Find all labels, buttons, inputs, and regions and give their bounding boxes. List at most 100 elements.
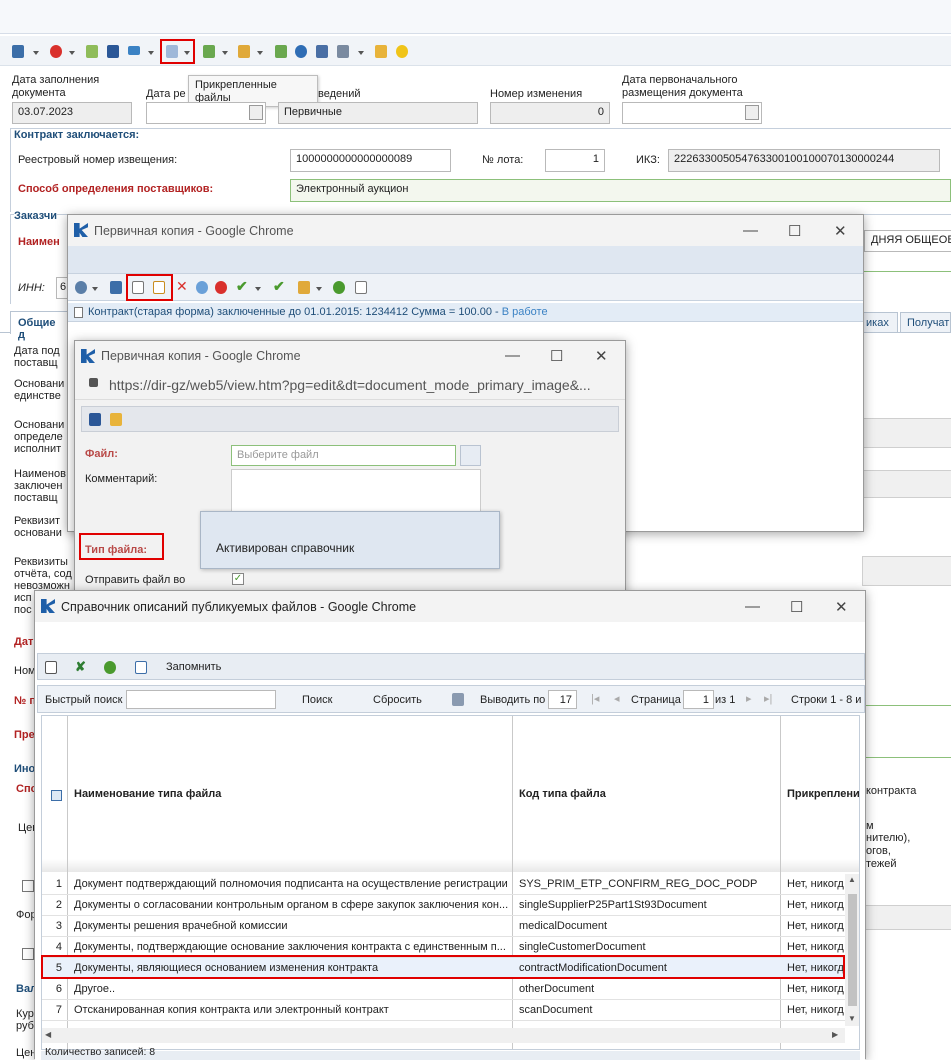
row-attach: Нет, никогд xyxy=(787,878,844,890)
calendar-icon[interactable] xyxy=(249,105,263,120)
edit-icon[interactable] xyxy=(45,661,57,674)
refresh-blue-icon[interactable] xyxy=(196,281,208,294)
check-icon[interactable]: ✔ xyxy=(236,278,248,295)
tab-right1[interactable]: иках xyxy=(862,312,898,333)
horizontal-scrollbar[interactable]: ◀ ▶ xyxy=(42,1028,845,1043)
method-field[interactable]: Электронный аукцион xyxy=(290,179,951,202)
table-row[interactable]: 3 Документы решения врачебной комиссии med… xyxy=(42,916,859,937)
scroll-left-icon[interactable]: ◀ xyxy=(45,1030,51,1039)
left-checkbox-2[interactable] xyxy=(22,948,34,960)
table-row[interactable]: 7 Отсканированная копия контракта или эле… xyxy=(42,1000,859,1021)
grid-select-icon[interactable] xyxy=(51,790,62,801)
table-row[interactable]: 6 Другое.. otherDocument Нет, никогд xyxy=(42,979,859,1000)
help-icon[interactable] xyxy=(396,45,408,58)
inn-label: ИНН: xyxy=(18,282,45,294)
workflow-icon[interactable] xyxy=(12,45,24,58)
last-page-icon[interactable]: ▸| xyxy=(764,692,772,705)
book-icon[interactable] xyxy=(375,45,387,58)
save-icon[interactable] xyxy=(107,45,119,58)
remember-button[interactable]: Запомнить xyxy=(166,661,221,673)
search-button[interactable]: Поиск xyxy=(302,694,332,706)
url-bar[interactable]: https://dir-gz/web5/view.htm?pg=edit&dt=… xyxy=(75,370,625,400)
school-field[interactable]: ДНЯЯ ОБЩЕОБР xyxy=(864,230,951,252)
document-line[interactable]: Контракт(старая форма) заключенные до 01… xyxy=(68,303,863,322)
sign-icon[interactable] xyxy=(316,45,328,58)
close-button-3[interactable]: ✕ xyxy=(835,598,848,616)
scroll-down-icon[interactable]: ▼ xyxy=(848,1014,856,1023)
find-icon[interactable] xyxy=(110,281,122,294)
first-post-field[interactable] xyxy=(622,102,762,124)
doc-arrow-icon[interactable] xyxy=(298,281,310,294)
tab-general[interactable]: Общие д xyxy=(10,311,70,341)
minimize-button-3[interactable]: — xyxy=(745,598,760,615)
row-name: Документы о согласовании контрольным орг… xyxy=(74,899,508,911)
left-checkbox[interactable] xyxy=(22,880,34,892)
right-field-5 xyxy=(862,736,951,758)
contract-section-title: Контракт заключается: xyxy=(14,129,143,141)
ikz-field[interactable]: 222633005054763300100100070130000244 xyxy=(668,149,940,172)
type-field[interactable]: Первичные xyxy=(278,102,478,124)
window-title-3: Справочник описаний публикуемых файлов -… xyxy=(61,600,417,614)
stop-icon[interactable] xyxy=(215,281,227,294)
excel-icon[interactable]: ✘ xyxy=(75,659,86,675)
quick-search-input[interactable] xyxy=(126,690,276,709)
delete-icon[interactable]: ✕ xyxy=(176,278,188,295)
maximize-button-3[interactable]: ☐ xyxy=(790,598,803,616)
fill-date-field[interactable]: 03.07.2023 xyxy=(12,102,132,124)
popup-message: Активирован справочник xyxy=(200,511,500,569)
document-edit-icon[interactable] xyxy=(238,45,250,58)
browse-icon[interactable] xyxy=(460,445,481,466)
document-next-icon[interactable] xyxy=(275,45,287,58)
page-num-field[interactable]: 1 xyxy=(683,690,714,709)
col-name-header[interactable]: Наименование типа файла xyxy=(74,788,221,800)
send-checkbox[interactable]: ✓ xyxy=(232,573,244,585)
col-attach-header[interactable]: Прикреплени xyxy=(787,788,859,800)
change-num-field[interactable]: 0 xyxy=(490,102,610,124)
first-page-icon[interactable]: |◂ xyxy=(591,692,599,705)
save-icon-2[interactable] xyxy=(89,413,101,426)
refresh-icon[interactable] xyxy=(333,281,345,294)
table-row[interactable]: 2 Документы о согласовании контрольным ор… xyxy=(42,895,859,916)
calendar-icon-2[interactable] xyxy=(745,105,759,120)
scroll-right-icon[interactable]: ▶ xyxy=(832,1030,838,1039)
close-button[interactable]: ✕ xyxy=(834,222,847,240)
name-label: Наимен xyxy=(18,236,60,248)
maximize-button-2[interactable]: ☐ xyxy=(550,347,563,365)
page-size-field[interactable]: 17 xyxy=(548,690,577,709)
dir-body: ✘ Запомнить Быстрый поиск Поиск Сбросить… xyxy=(35,622,865,1060)
table-icon[interactable] xyxy=(135,661,147,674)
left-rub: руб xyxy=(16,1020,34,1032)
reg-date-field[interactable] xyxy=(146,102,266,124)
reset-button[interactable]: Сбросить xyxy=(373,694,422,706)
book-icon-2[interactable] xyxy=(110,413,122,426)
prev-page-icon[interactable]: ◂ xyxy=(614,692,620,705)
table-row[interactable]: 1 Документ подтверждающий полномочия подп… xyxy=(42,874,859,895)
columns-icon[interactable] xyxy=(452,693,464,706)
check-cross-icon[interactable]: ✔ xyxy=(273,278,285,295)
comment-textarea[interactable] xyxy=(231,469,481,513)
expand-icon[interactable] xyxy=(355,281,367,294)
col-code-header[interactable]: Код типа файла xyxy=(519,788,606,800)
row-number: 1 xyxy=(55,878,62,890)
lot-field[interactable]: 1 xyxy=(545,149,605,172)
notice-field[interactable]: 1000000000000000089 xyxy=(290,149,451,172)
refresh-icon-3[interactable] xyxy=(104,661,116,674)
scroll-thumb[interactable] xyxy=(848,894,857,1006)
info-icon[interactable] xyxy=(295,45,307,58)
transfer-icon[interactable] xyxy=(337,45,349,58)
scroll-up-icon[interactable]: ▲ xyxy=(848,875,856,884)
minimize-button-2[interactable]: — xyxy=(505,347,520,364)
file-input[interactable]: Выберите файл xyxy=(231,445,456,466)
maximize-button[interactable]: ☐ xyxy=(788,222,801,240)
chrome-window-file-directory: Справочник описаний публикуемых файлов -… xyxy=(34,590,866,1060)
next-page-icon[interactable]: ▸ xyxy=(746,692,752,705)
cancel-icon[interactable] xyxy=(50,45,62,58)
zoom-icon[interactable] xyxy=(75,281,87,294)
close-button-2[interactable]: ✕ xyxy=(595,347,608,365)
tab-right2[interactable]: Получат xyxy=(900,312,951,333)
document-go-icon[interactable] xyxy=(86,45,98,58)
link-icon[interactable] xyxy=(128,46,140,55)
document-arrow-icon[interactable] xyxy=(203,45,215,58)
vertical-scrollbar[interactable]: ▲ ▼ xyxy=(845,874,859,1026)
minimize-button[interactable]: — xyxy=(743,222,758,239)
